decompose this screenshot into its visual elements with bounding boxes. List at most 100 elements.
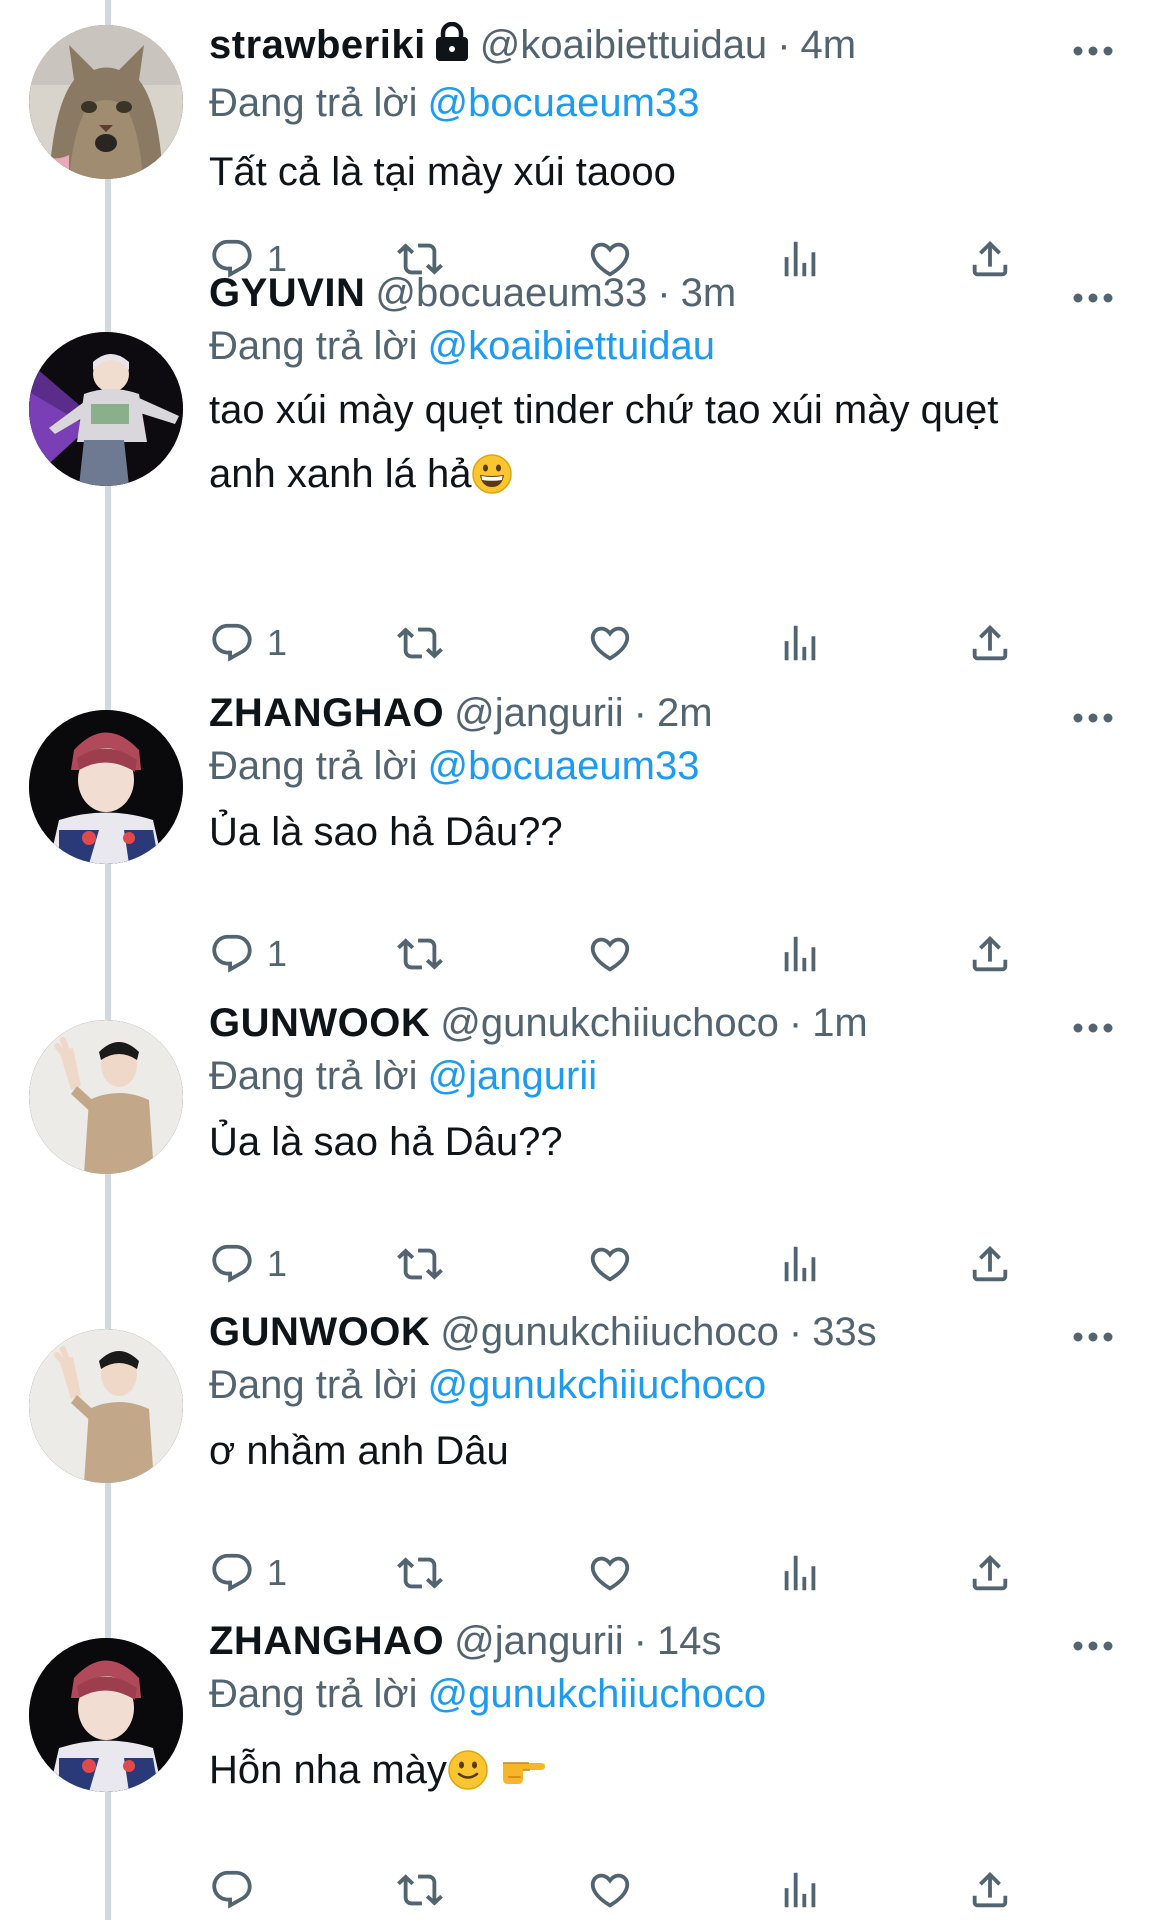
replying-to-label: Đang trả lời: [209, 1363, 418, 1407]
pointing-hand-emoji: [499, 1749, 547, 1791]
reply-button[interactable]: 1: [209, 1238, 287, 1290]
more-icon[interactable]: [1072, 1022, 1114, 1034]
retweet-button[interactable]: [397, 617, 443, 669]
share-button[interactable]: [967, 928, 1013, 980]
retweet-icon: [397, 1867, 443, 1913]
reply-button[interactable]: 1: [209, 617, 287, 669]
tweet-text: Tất cả là tại mày xúi taooo: [209, 140, 1109, 204]
retweet-icon: [397, 1241, 443, 1287]
mention-link[interactable]: @gunukchiiuchoco: [428, 1672, 767, 1716]
heart-icon: [587, 620, 633, 666]
tweet-actions: 1: [209, 617, 1059, 669]
tweet-text-content: Tất cả là tại mày xúi taooo: [209, 150, 676, 194]
tweet-body: GYUVIN @bocuaeum33 · 3m Đang trả lời @koaibi…: [0, 266, 1157, 663]
display-name[interactable]: strawberiki: [209, 23, 426, 67]
separator: ·: [788, 1310, 803, 1354]
share-button[interactable]: [967, 1864, 1013, 1916]
avatar[interactable]: [29, 1329, 183, 1483]
like-button[interactable]: [587, 1238, 633, 1290]
analytics-icon: [777, 1550, 823, 1596]
views-button[interactable]: [777, 1864, 823, 1916]
like-button[interactable]: [587, 928, 633, 980]
share-icon: [967, 1241, 1013, 1287]
reply-button[interactable]: 1: [209, 928, 287, 980]
display-name[interactable]: ZHANGHAO: [209, 1619, 444, 1663]
timestamp[interactable]: 2m: [657, 691, 713, 735]
retweet-button[interactable]: [397, 1547, 443, 1599]
retweet-button[interactable]: [397, 1864, 443, 1916]
reply-icon: [209, 1867, 255, 1913]
avatar[interactable]: [29, 1020, 183, 1174]
handle[interactable]: @gunukchiiuchoco: [440, 1310, 779, 1354]
lock-icon: [434, 22, 470, 62]
mention-link[interactable]: @bocuaeum33: [428, 81, 700, 125]
share-icon: [967, 1550, 1013, 1596]
tweet[interactable]: ZHANGHAO @jangurii · 2m Đang trả lời @bocuae…: [0, 691, 1157, 1010]
replying-to: Đang trả lời @koaibiettuidau: [209, 320, 715, 372]
like-button[interactable]: [587, 1864, 633, 1916]
grinning-face-emoji: [471, 453, 513, 495]
more-icon[interactable]: [1072, 292, 1114, 304]
share-button[interactable]: [967, 617, 1013, 669]
retweet-icon: [397, 1550, 443, 1596]
retweet-icon: [397, 931, 443, 977]
more-icon[interactable]: [1072, 1640, 1114, 1652]
tweet[interactable]: GUNWOOK @gunukchiiuchoco · 1m Đang trả lời @…: [0, 1001, 1157, 1320]
mention-link[interactable]: @jangurii: [428, 1054, 598, 1098]
replying-to: Đang trả lời @gunukchiiuchoco: [209, 1359, 766, 1411]
tweet[interactable]: ZHANGHAO @jangurii · 14s Đang trả lời @gunuk…: [0, 1619, 1157, 1920]
reply-icon: [209, 1241, 255, 1287]
timestamp[interactable]: 3m: [681, 271, 737, 315]
timestamp[interactable]: 33s: [812, 1310, 877, 1354]
display-name[interactable]: ZHANGHAO: [209, 691, 444, 735]
more-icon[interactable]: [1072, 712, 1114, 724]
handle[interactable]: @koaibiettuidau: [480, 23, 767, 67]
tweet-text-content: Ủa là sao hả Dâu??: [209, 810, 563, 854]
like-button[interactable]: [587, 617, 633, 669]
reply-button[interactable]: [209, 1864, 255, 1916]
like-button[interactable]: [587, 1547, 633, 1599]
avatar[interactable]: [29, 1638, 183, 1792]
views-button[interactable]: [777, 928, 823, 980]
display-name[interactable]: GUNWOOK: [209, 1310, 430, 1354]
tweet-actions: 1: [209, 1238, 1059, 1290]
replying-to-label: Đang trả lời: [209, 324, 418, 368]
tweet[interactable]: strawberiki @koaibiettuidau · 4m Đang trả l…: [0, 0, 1157, 300]
more-icon[interactable]: [1072, 1331, 1114, 1343]
timestamp[interactable]: 4m: [801, 23, 857, 67]
replying-to-label: Đang trả lời: [209, 744, 418, 788]
analytics-icon: [777, 620, 823, 666]
mention-link[interactable]: @gunukchiiuchoco: [428, 1363, 767, 1407]
tweet[interactable]: GUNWOOK @gunukchiiuchoco · 33s Đang trả lời…: [0, 1310, 1157, 1629]
timestamp[interactable]: 14s: [657, 1619, 722, 1663]
mention-link[interactable]: @bocuaeum33: [428, 744, 700, 788]
handle[interactable]: @jangurii: [454, 691, 624, 735]
views-button[interactable]: [777, 1547, 823, 1599]
tweet-text: ơ nhầm anh Dâu: [209, 1419, 1109, 1483]
views-button[interactable]: [777, 617, 823, 669]
share-icon: [967, 931, 1013, 977]
display-name[interactable]: GYUVIN: [209, 271, 365, 315]
handle[interactable]: @jangurii: [454, 1619, 624, 1663]
reply-count: 1: [267, 933, 288, 974]
avatar[interactable]: [29, 25, 183, 179]
retweet-button[interactable]: [397, 928, 443, 980]
analytics-icon: [777, 1867, 823, 1913]
more-icon[interactable]: [1072, 45, 1114, 57]
timestamp[interactable]: 1m: [812, 1001, 868, 1045]
reply-icon: [209, 1550, 255, 1596]
share-button[interactable]: [967, 1238, 1013, 1290]
share-button[interactable]: [967, 1547, 1013, 1599]
avatar[interactable]: [29, 710, 183, 864]
analytics-icon: [777, 1241, 823, 1287]
handle[interactable]: @gunukchiiuchoco: [440, 1001, 779, 1045]
handle[interactable]: @bocuaeum33: [375, 271, 647, 315]
retweet-button[interactable]: [397, 1238, 443, 1290]
mention-link[interactable]: @koaibiettuidau: [428, 324, 715, 368]
views-button[interactable]: [777, 1238, 823, 1290]
display-name[interactable]: GUNWOOK: [209, 1001, 430, 1045]
heart-icon: [587, 1550, 633, 1596]
tweet-actions: [209, 1864, 1059, 1916]
reply-button[interactable]: 1: [209, 1547, 287, 1599]
analytics-icon: [777, 931, 823, 977]
